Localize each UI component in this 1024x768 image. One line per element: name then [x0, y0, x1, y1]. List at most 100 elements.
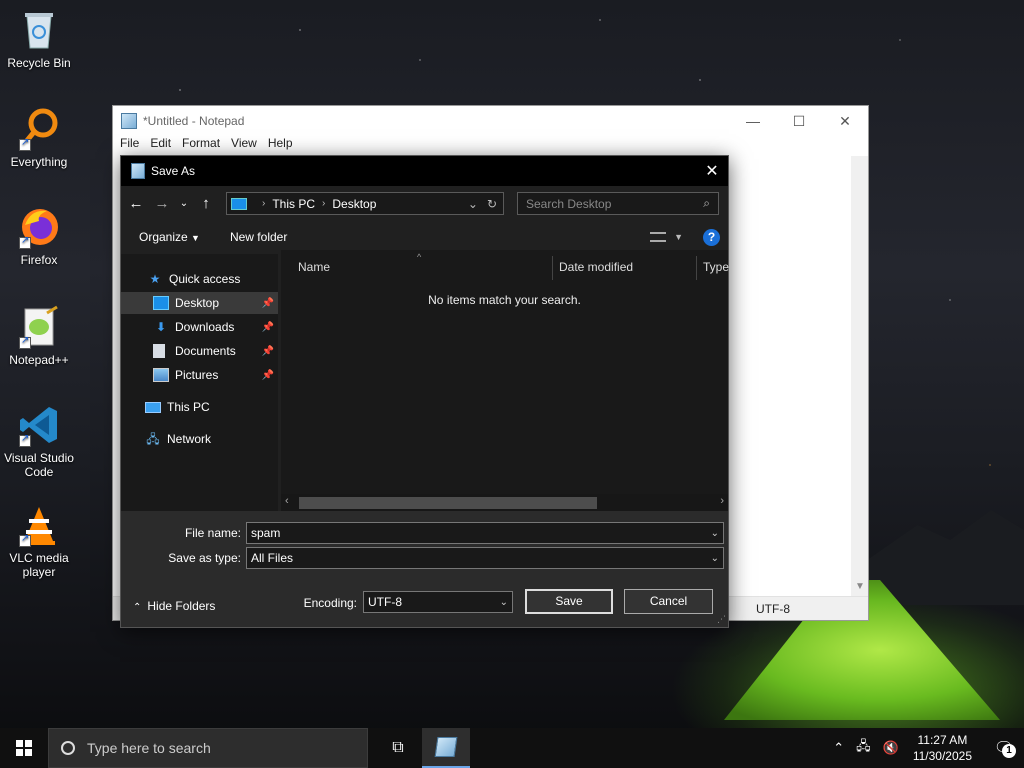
new-folder-button[interactable]: New folder: [230, 230, 287, 244]
resize-grip-icon[interactable]: ⋰: [717, 614, 726, 625]
scrollbar-thumb[interactable]: [299, 497, 597, 509]
desktop-icon-recycle-bin[interactable]: Recycle Bin: [4, 8, 74, 70]
minimize-button[interactable]: —: [730, 113, 776, 130]
taskbar-app-notepad[interactable]: [422, 728, 470, 768]
desktop-icon-everything[interactable]: Everything: [4, 107, 74, 169]
column-divider[interactable]: [552, 256, 553, 280]
column-name[interactable]: Name: [298, 256, 330, 278]
breadcrumb-this-pc[interactable]: This PC: [272, 197, 315, 211]
search-input[interactable]: Search Desktop ⌕: [517, 192, 719, 215]
clock[interactable]: 11:27 AM 11/30/2025: [913, 732, 972, 764]
sort-ascending-icon: ^: [417, 252, 422, 262]
address-dropdown-icon[interactable]: ⌄: [468, 197, 478, 211]
scroll-down-icon[interactable]: ▼: [855, 581, 865, 592]
file-name-input[interactable]: spam ⌄: [246, 522, 724, 544]
menu-file[interactable]: File: [120, 136, 139, 156]
pin-icon[interactable]: 📌: [262, 346, 274, 357]
column-headers: ^ Name Date modified Type: [281, 252, 729, 280]
dialog-title-bar[interactable]: Save As ✕: [121, 156, 728, 186]
start-button[interactable]: [0, 728, 48, 768]
close-button[interactable]: ✕: [822, 113, 868, 130]
action-center-button[interactable]: 🗨 1: [984, 738, 1024, 758]
hide-folders-button[interactable]: ⌃ Hide Folders: [133, 599, 215, 613]
notepad-menu-bar: File Edit Format View Help: [113, 136, 868, 156]
up-arrow-icon[interactable]: ↑: [195, 195, 217, 212]
view-options-icon[interactable]: [650, 232, 667, 242]
system-tray: ⌃ 🖧 🔇 11:27 AM 11/30/2025 🗨 1: [827, 728, 1024, 768]
breadcrumb-chevron-icon[interactable]: ›: [262, 198, 265, 209]
organize-button[interactable]: Organize ▼: [139, 230, 200, 244]
column-divider[interactable]: [696, 256, 697, 280]
show-hidden-icons-chevron-icon[interactable]: ⌃: [833, 740, 844, 756]
pin-icon[interactable]: 📌: [262, 370, 274, 381]
sidebar-item-network[interactable]: 🖧 Network: [121, 428, 278, 450]
documents-icon: [153, 344, 165, 358]
desktop-icon-vlc[interactable]: VLC media player: [4, 503, 74, 579]
save-as-dialog[interactable]: Save As ✕ ← → ⌄ ↑ › This PC › Desktop ⌄ …: [120, 155, 729, 628]
task-view-button[interactable]: ⧉: [374, 728, 422, 768]
windows-logo-icon: [16, 740, 32, 756]
save-button[interactable]: Save: [525, 589, 613, 614]
column-type[interactable]: Type: [703, 256, 729, 278]
notepad-icon: [121, 113, 137, 129]
dialog-close-button[interactable]: ✕: [696, 161, 728, 181]
menu-help[interactable]: Help: [268, 136, 293, 156]
horizontal-scrollbar[interactable]: ‹ ›: [281, 494, 728, 511]
notepad-icon: [131, 163, 145, 179]
desktop-icon-label: Visual Studio Code: [4, 451, 74, 479]
sidebar-item-downloads[interactable]: ⬇ Downloads 📌: [121, 316, 278, 338]
breadcrumb-chevron-icon[interactable]: ›: [322, 198, 325, 209]
search-icon: [61, 741, 75, 755]
encoding-select[interactable]: UTF-8 ⌄: [363, 591, 513, 613]
taskbar-search-box[interactable]: Type here to search: [48, 728, 368, 768]
maximize-button[interactable]: ☐: [776, 113, 822, 130]
star-icon: ★: [149, 272, 161, 286]
empty-message: No items match your search.: [428, 293, 581, 307]
search-icon[interactable]: ⌕: [703, 196, 710, 211]
column-date-modified[interactable]: Date modified: [559, 256, 633, 278]
refresh-icon[interactable]: ↻: [487, 197, 497, 211]
notepad-title-bar[interactable]: *Untitled - Notepad — ☐ ✕: [113, 106, 868, 136]
pin-icon[interactable]: 📌: [262, 322, 274, 333]
sidebar-item-quick-access[interactable]: ★ Quick access: [121, 268, 278, 290]
organize-label: Organize: [139, 230, 188, 244]
chevron-down-icon[interactable]: ⌄: [500, 597, 508, 608]
menu-view[interactable]: View: [231, 136, 257, 156]
forward-arrow-icon[interactable]: →: [151, 195, 173, 212]
notepad-scrollbar[interactable]: ▼: [851, 156, 868, 596]
chevron-down-icon[interactable]: ⌄: [711, 528, 719, 539]
back-arrow-icon[interactable]: ←: [125, 195, 147, 212]
dialog-bottom-panel: File name: spam ⌄ Save as type: All File…: [121, 511, 728, 627]
save-as-type-value: All Files: [251, 551, 294, 565]
sidebar-item-documents[interactable]: Documents 📌: [121, 340, 278, 362]
shortcut-arrow-icon: [19, 137, 31, 151]
save-as-type-select[interactable]: All Files ⌄: [246, 547, 724, 569]
shortcut-arrow-icon: [19, 533, 31, 547]
help-icon[interactable]: ?: [703, 228, 720, 246]
cancel-button[interactable]: Cancel: [624, 589, 713, 614]
file-list-pane[interactable]: ^ Name Date modified Type No items match…: [281, 250, 729, 511]
firefox-icon: [17, 205, 61, 249]
view-dropdown-icon[interactable]: ▼: [674, 232, 683, 242]
pin-icon[interactable]: 📌: [262, 298, 274, 309]
encoding-value: UTF-8: [368, 595, 402, 609]
clock-time: 11:27 AM: [917, 733, 968, 747]
network-status-icon[interactable]: 🖧: [856, 737, 871, 759]
recent-locations-chevron-icon[interactable]: ⌄: [177, 198, 191, 209]
breadcrumb-desktop[interactable]: Desktop: [332, 197, 376, 211]
volume-muted-icon[interactable]: 🔇: [883, 740, 899, 756]
dialog-title: Save As: [151, 164, 196, 178]
menu-edit[interactable]: Edit: [150, 136, 171, 156]
sidebar-item-desktop[interactable]: Desktop 📌: [121, 292, 278, 314]
scroll-left-icon[interactable]: ‹: [285, 495, 289, 507]
sidebar-item-pictures[interactable]: Pictures 📌: [121, 364, 278, 386]
chevron-down-icon[interactable]: ⌄: [711, 553, 719, 564]
desktop-icon-vscode[interactable]: Visual Studio Code: [4, 403, 74, 479]
menu-format[interactable]: Format: [182, 136, 220, 156]
scroll-right-icon[interactable]: ›: [720, 495, 724, 507]
desktop-icon-notepad-plus-plus[interactable]: Notepad++: [4, 305, 74, 367]
shortcut-arrow-icon: [19, 335, 31, 349]
sidebar-item-this-pc[interactable]: This PC: [121, 396, 278, 418]
address-bar[interactable]: › This PC › Desktop ⌄ ↻: [226, 192, 504, 215]
desktop-icon-firefox[interactable]: Firefox: [4, 205, 74, 267]
